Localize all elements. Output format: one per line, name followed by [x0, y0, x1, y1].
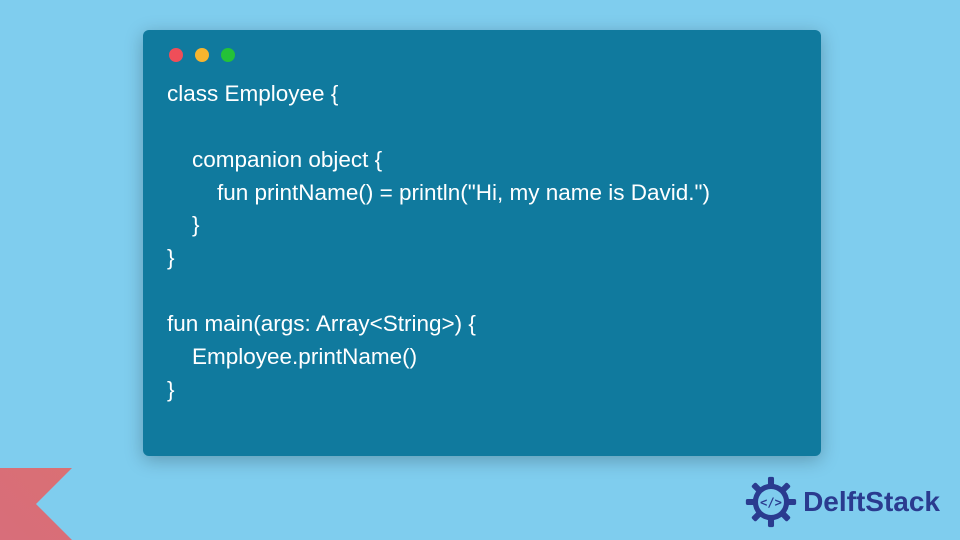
- gear-code-icon: </>: [745, 476, 797, 528]
- svg-text:</>: </>: [760, 495, 782, 509]
- maximize-icon: [221, 48, 235, 62]
- window-traffic-lights: [167, 48, 797, 62]
- delftstack-brand: </> DelftStack: [745, 476, 940, 528]
- code-window: class Employee { companion object { fun …: [143, 30, 821, 456]
- minimize-icon: [195, 48, 209, 62]
- brand-name: DelftStack: [803, 486, 940, 518]
- kotlin-logo-icon: [0, 468, 72, 540]
- close-icon: [169, 48, 183, 62]
- code-snippet: class Employee { companion object { fun …: [167, 78, 797, 406]
